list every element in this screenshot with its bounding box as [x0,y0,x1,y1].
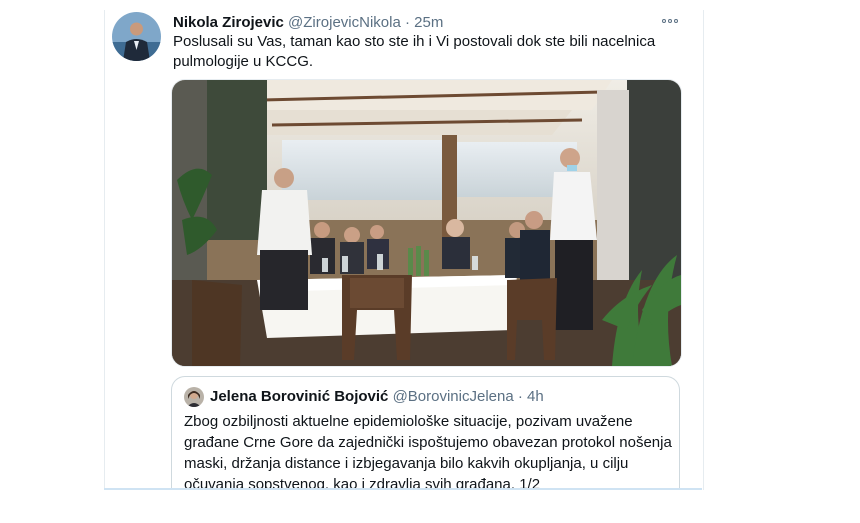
tweet-text: Poslusali su Vas, taman kao sto ste ih i… [173,33,656,70]
tweet-header: Nikola Zirojevic @ZirojevicNikola · 25m [173,13,443,33]
tweet-timestamp[interactable]: 25m [414,14,443,31]
quoted-author-handle[interactable]: @BorovinicJelena [393,388,514,405]
quoted-author-avatar[interactable] [184,387,204,407]
quoted-tweet-header: Jelena Borovinić Bojović @BorovinicJelen… [210,387,544,407]
quoted-tweet[interactable]: Jelena Borovinić Bojović @BorovinicJelen… [171,376,680,490]
tweet-card[interactable]: Nikola Zirojevic @ZirojevicNikola · 25m … [104,10,704,490]
quoted-tweet-text: Zbog ozbiljnosti aktuelne epidemiološke … [184,413,672,490]
tweet-photo[interactable] [171,79,682,367]
quoted-tweet-timestamp[interactable]: 4h [527,388,544,405]
author-handle[interactable]: @ZirojevicNikola [288,14,401,31]
quoted-author-name[interactable]: Jelena Borovinić Bojović [210,388,388,405]
author-avatar[interactable] [112,12,161,61]
separator-dot: · [517,388,523,405]
separator-dot: · [404,14,410,31]
author-name[interactable]: Nikola Zirojevic [173,14,284,31]
more-options-icon[interactable] [659,14,681,28]
scroll-divider [104,488,702,490]
